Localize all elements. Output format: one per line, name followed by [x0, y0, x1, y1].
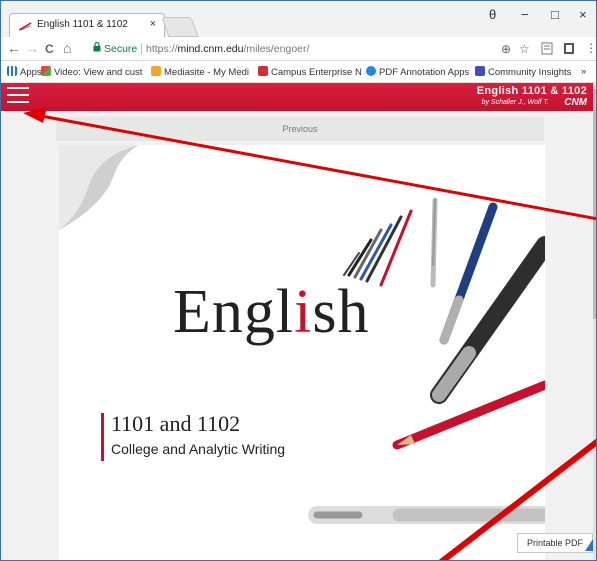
book-author: by Schaller J., Wolf T.	[481, 99, 549, 106]
cover-word-part: sh	[312, 278, 370, 346]
secure-label: Secure	[104, 43, 138, 55]
cnm-logo: CNM	[564, 97, 587, 108]
new-tab-button[interactable]	[161, 17, 199, 37]
url-separator: |	[140, 41, 144, 55]
bookmark-community[interactable]: Community Insights	[475, 66, 571, 78]
maximize-button[interactable]: □	[551, 7, 559, 22]
page-scrollbar[interactable]	[593, 83, 596, 560]
title-bar: English 1101 & 1102 × θ − □ ×	[1, 1, 596, 37]
address-bar: ← → C ⌂ Secure | https://mind.cnm.edu/mi…	[1, 37, 596, 61]
account-icon[interactable]: θ	[489, 7, 496, 22]
url-scheme: https://	[146, 43, 178, 55]
bookmark-star-icon[interactable]: ☆	[519, 42, 530, 56]
minimize-button[interactable]: −	[521, 7, 529, 22]
mediasite-icon	[151, 66, 161, 76]
browser-window: English 1101 & 1102 × θ − □ × ← → C ⌂ Se…	[0, 0, 597, 561]
tab-title: English 1101 & 1102	[37, 19, 128, 30]
bookmark-apps[interactable]: Apps	[7, 66, 42, 78]
bookmark-label: Video: View and cust	[54, 67, 143, 78]
pdf-annotation-icon	[366, 66, 376, 76]
bookmark-label: Community Insights	[488, 67, 572, 78]
campus-icon	[258, 66, 268, 76]
cover-word-english: English	[173, 277, 369, 348]
bookmark-video[interactable]: Video: View and cust	[41, 66, 142, 78]
reader-main: Previous English 1101 and 1102 College a…	[1, 111, 593, 560]
bookmark-pdf-annotation[interactable]: PDF Annotation Apps	[366, 66, 469, 78]
apps-grid-icon	[7, 66, 17, 76]
cover-word-accent: i	[294, 278, 313, 346]
video-icon	[41, 66, 51, 76]
url-host: mind.cnm.edu	[177, 43, 244, 55]
cover-accent-bar	[101, 413, 104, 461]
cover-word-part: Engl	[173, 278, 295, 346]
book-title: English 1101 & 1102	[476, 85, 587, 97]
bookmarks-bar: Apps Video: View and cust Mediasite - My…	[1, 61, 596, 83]
forward-icon[interactable]: →	[25, 40, 39, 56]
reload-icon[interactable]: C	[45, 42, 54, 56]
bookmark-mediasite[interactable]: Mediasite - My Medi	[151, 66, 249, 78]
book-cover: English 1101 and 1102 College and Analyt…	[59, 145, 545, 560]
corner-triangle-icon	[585, 539, 593, 551]
cover-title: 1101 and 1102	[111, 411, 241, 436]
lock-icon	[93, 42, 101, 52]
tab-english[interactable]: English 1101 & 1102 ×	[9, 13, 165, 37]
scrollbar-thumb[interactable]	[593, 89, 596, 319]
cover-artwork	[59, 145, 545, 524]
url-bar[interactable]: Secure | https://mind.cnm.edu/miles/engo…	[89, 39, 567, 59]
home-icon[interactable]: ⌂	[63, 40, 71, 56]
community-icon	[475, 66, 485, 76]
previous-button[interactable]: Previous	[56, 117, 544, 141]
bookmarks-overflow-icon[interactable]: »	[581, 66, 586, 77]
printable-pdf-button[interactable]: Printable PDF	[517, 533, 593, 553]
close-window-button[interactable]: ×	[579, 7, 587, 22]
bookmark-label: PDF Annotation Apps	[379, 67, 470, 78]
zoom-icon[interactable]: ⊕	[501, 42, 511, 56]
app-header: English 1101 & 1102 by Schaller J., Wolf…	[1, 83, 593, 111]
menu-kebab-icon[interactable]: ⋮	[585, 41, 596, 55]
bookmark-label: Campus Enterprise N	[271, 67, 362, 78]
url-text: https://mind.cnm.edu/miles/engoer/	[146, 43, 309, 55]
extension-dark-icon[interactable]	[563, 42, 575, 55]
extension-page-icon[interactable]	[541, 42, 553, 55]
cover-subtitle: College and Analytic Writing	[111, 441, 286, 457]
bookmark-campus[interactable]: Campus Enterprise N	[258, 66, 362, 78]
bookmark-label: Mediasite - My Medi	[164, 67, 249, 78]
pen-favicon-icon	[18, 22, 32, 31]
url-path: /miles/engoer/	[243, 43, 310, 55]
back-icon[interactable]: ←	[7, 40, 21, 56]
bookmark-label: Apps	[20, 67, 42, 78]
tab-close-icon[interactable]: ×	[150, 18, 156, 30]
hamburger-menu-icon[interactable]	[7, 87, 29, 107]
